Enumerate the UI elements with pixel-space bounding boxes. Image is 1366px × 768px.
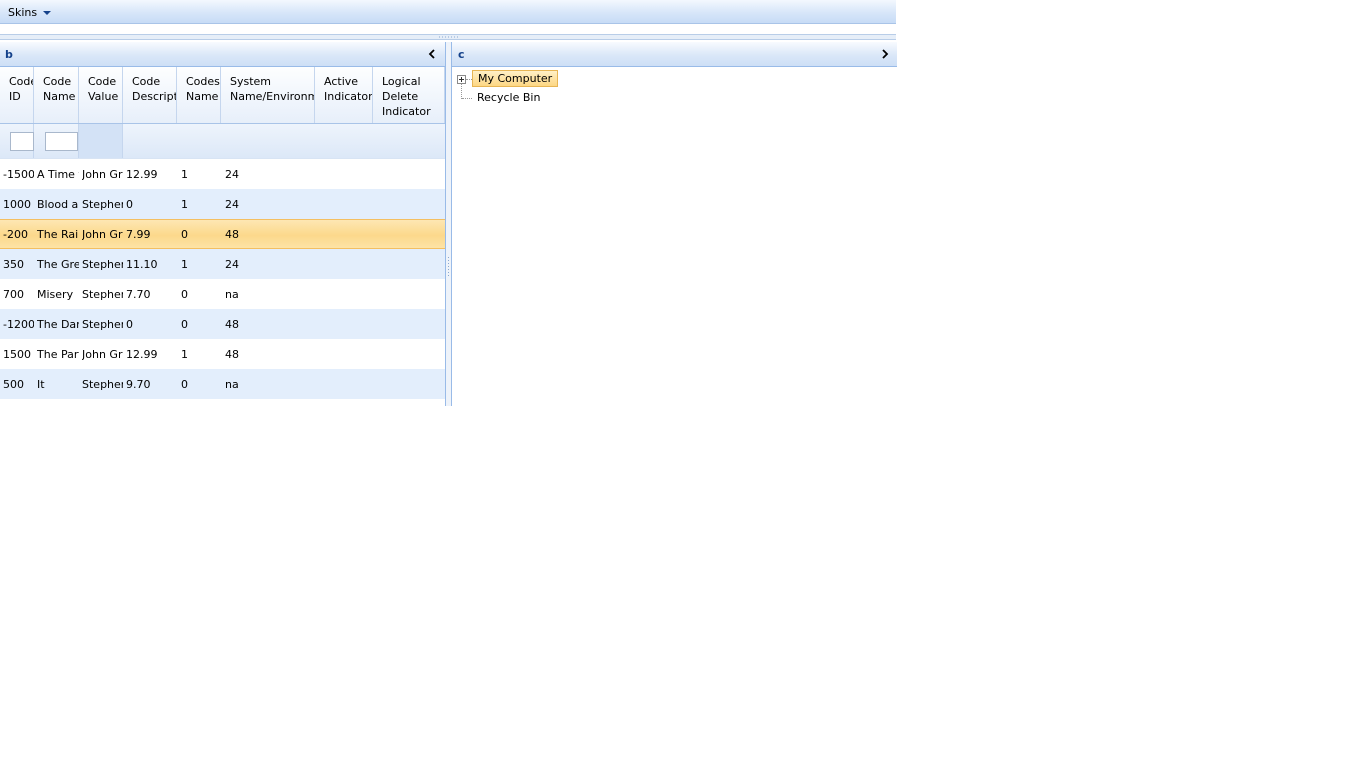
table-cell-codeset: 1 bbox=[181, 168, 188, 181]
filter-cell-code-name bbox=[34, 124, 79, 158]
table-cell-system: 48 bbox=[225, 348, 239, 361]
table-cell-codeset: 0 bbox=[181, 378, 188, 391]
table-cell-value: Stephen King bbox=[82, 318, 123, 331]
table-row[interactable]: 350 The Green MileStephen King11.10 1 24 bbox=[0, 249, 445, 279]
expand-plus-icon[interactable] bbox=[457, 75, 466, 84]
table-cell-codeset: 0 bbox=[181, 318, 188, 331]
grid-header-row: Code IDCode NameCode ValueCode Descripti… bbox=[0, 67, 445, 124]
grid-body: -1500A Time to KillJohn Grisham12.991241… bbox=[0, 159, 445, 399]
horizontal-splitter[interactable] bbox=[0, 34, 896, 40]
table-cell-value: Stephen King bbox=[82, 378, 123, 391]
table-cell-system: na bbox=[225, 288, 239, 301]
column-header-active-indicator[interactable]: Active Indicator bbox=[315, 67, 373, 123]
table-row[interactable]: 700 Misery Stephen King7.70 0 na bbox=[0, 279, 445, 309]
table-cell-name: It bbox=[37, 378, 45, 391]
tree-connector-child bbox=[462, 98, 472, 99]
grid-filter-row bbox=[0, 124, 445, 159]
code-id-filter-input[interactable] bbox=[10, 132, 34, 151]
table-cell-value: Stephen King bbox=[82, 198, 123, 211]
table-cell-value: John Grisham bbox=[82, 168, 123, 181]
table-cell-id: 1000 bbox=[3, 198, 31, 211]
splitter-grip-vertical bbox=[447, 256, 450, 278]
table-row[interactable]: 500 It Stephen King9.70 0 na bbox=[0, 369, 445, 399]
data-grid: Code IDCode NameCode ValueCode Descripti… bbox=[0, 67, 445, 399]
filter-cell-code-id bbox=[0, 124, 34, 158]
table-row[interactable]: -1500A Time to KillJohn Grisham12.99 1 24 bbox=[0, 159, 445, 189]
collapse-left-button[interactable] bbox=[426, 47, 438, 61]
table-cell-name: The Green Mile bbox=[37, 258, 79, 271]
panel-b-title: b bbox=[5, 48, 13, 61]
column-header-logical-delete-indicator[interactable]: Logical Delete Indicator bbox=[373, 67, 445, 123]
table-cell-name: Misery bbox=[37, 288, 74, 301]
table-cell-desc: 7.70 bbox=[126, 288, 151, 301]
table-cell-desc: 12.99 bbox=[126, 348, 158, 361]
code-name-filter-input[interactable] bbox=[45, 132, 78, 151]
chevron-left-icon bbox=[428, 49, 435, 59]
table-row[interactable]: -1200The Dark HalfStephen King0048 bbox=[0, 309, 445, 339]
table-cell-value: John Grisham bbox=[82, 228, 123, 241]
table-cell-id: -1200 bbox=[3, 318, 34, 331]
table-cell-name: The Rainmaker bbox=[37, 228, 79, 241]
table-cell-desc: 0 bbox=[126, 198, 133, 211]
column-header-code-description[interactable]: Code Description bbox=[123, 67, 177, 123]
panel-b-header: b bbox=[0, 42, 445, 67]
filter-cell-code-value bbox=[79, 124, 123, 158]
tree-view: My Computer Recycle Bin bbox=[452, 67, 897, 147]
column-header-system-name[interactable]: System Name/Environment bbox=[221, 67, 315, 123]
column-header-code-value[interactable]: Code Value bbox=[79, 67, 123, 123]
splitter-grip bbox=[438, 36, 460, 38]
tree-connector-vertical bbox=[461, 84, 462, 99]
table-cell-name: A Time to Kill bbox=[37, 168, 79, 181]
panel-b: b Code IDCode NameCode ValueCode Descrip… bbox=[0, 42, 446, 406]
table-cell-desc: 9.70 bbox=[126, 378, 151, 391]
table-cell-system: 24 bbox=[225, 168, 239, 181]
app-window: Skins b Code IDCode NameCode ValueCode D… bbox=[0, 0, 897, 406]
toolbar: Skins bbox=[0, 0, 896, 24]
table-row[interactable]: -200 The RainmakerJohn Grisham7.99 0 48 bbox=[0, 219, 445, 249]
table-cell-system: 24 bbox=[225, 258, 239, 271]
table-cell-system: 48 bbox=[225, 228, 239, 241]
table-cell-value: Stephen King bbox=[82, 288, 123, 301]
tree-node-recycle-bin[interactable]: Recycle Bin bbox=[472, 89, 545, 106]
column-header-codeset-name[interactable]: Codeset Name bbox=[177, 67, 221, 123]
skins-menu-label: Skins bbox=[8, 5, 38, 19]
table-cell-id: 1500 bbox=[3, 348, 31, 361]
table-cell-id: 500 bbox=[3, 378, 24, 391]
column-header-code-name[interactable]: Code Name bbox=[34, 67, 79, 123]
table-cell-desc: 0 bbox=[126, 318, 133, 331]
table-cell-codeset: 0 bbox=[181, 228, 188, 241]
panel-c-title: c bbox=[458, 48, 465, 61]
tree-node-my-computer[interactable]: My Computer bbox=[472, 70, 559, 87]
table-row[interactable]: 1000 Blood and SmokeStephen King0 1 24 bbox=[0, 189, 445, 219]
table-cell-name: The Dark Half bbox=[37, 318, 79, 331]
table-cell-value: Stephen King bbox=[82, 258, 123, 271]
table-cell-name: The Partner bbox=[37, 348, 79, 361]
table-cell-value: John Grisham bbox=[82, 348, 123, 361]
table-cell-name: Blood and Smoke bbox=[37, 198, 79, 211]
chevron-down-icon bbox=[43, 11, 52, 15]
table-cell-id: 350 bbox=[3, 258, 24, 271]
table-cell-desc: 11.10 bbox=[126, 258, 158, 271]
table-cell-system: na bbox=[225, 378, 239, 391]
table-cell-id: 700 bbox=[3, 288, 24, 301]
column-header-code-id[interactable]: Code ID bbox=[0, 67, 34, 123]
skins-menu-button[interactable]: Skins bbox=[8, 5, 52, 19]
table-cell-desc: 12.99 bbox=[126, 168, 158, 181]
table-cell-id: -200 bbox=[3, 228, 28, 241]
table-cell-desc: 7.99 bbox=[126, 228, 151, 241]
collapse-right-button[interactable] bbox=[879, 47, 891, 61]
table-cell-id: -1500 bbox=[3, 168, 34, 181]
table-cell-codeset: 1 bbox=[181, 348, 188, 361]
panel-c: c My Computer Recycle Bin bbox=[451, 42, 897, 406]
table-cell-codeset: 0 bbox=[181, 288, 188, 301]
table-cell-system: 24 bbox=[225, 198, 239, 211]
table-cell-codeset: 1 bbox=[181, 198, 188, 211]
table-row[interactable]: 1500 The PartnerJohn Grisham12.99 1 48 bbox=[0, 339, 445, 369]
panel-c-header: c bbox=[452, 42, 897, 67]
table-cell-system: 48 bbox=[225, 318, 239, 331]
table-cell-codeset: 1 bbox=[181, 258, 188, 271]
chevron-right-icon bbox=[882, 49, 889, 59]
